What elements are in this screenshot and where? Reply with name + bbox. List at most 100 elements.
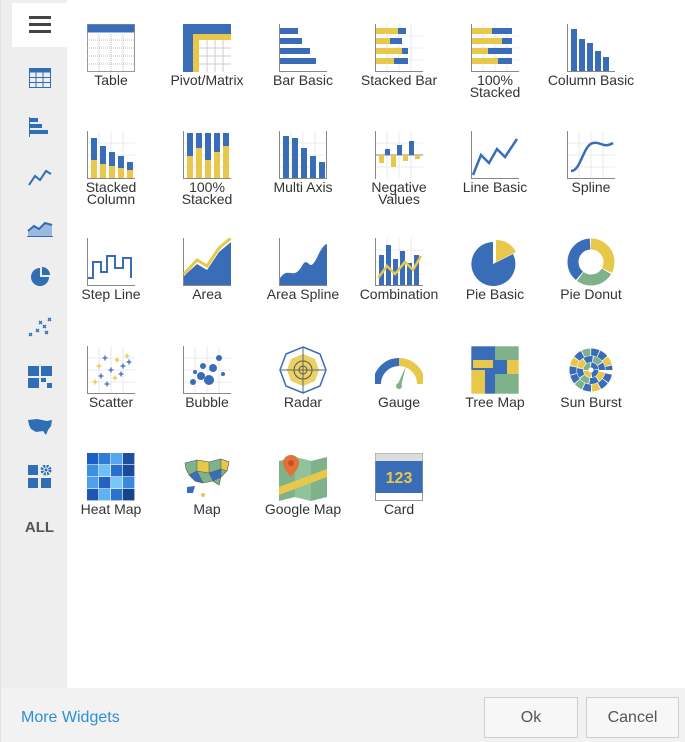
category-bar-button[interactable]	[12, 105, 67, 149]
category-all-button[interactable]: ALL	[12, 505, 67, 549]
category-table-button[interactable]	[12, 56, 67, 100]
category-line-button[interactable]	[12, 155, 67, 199]
widget-tree-map[interactable]: Tree Map	[447, 346, 543, 410]
stacked-bar-icon	[375, 24, 423, 72]
step-line-icon	[87, 238, 135, 286]
category-area-button[interactable]	[12, 205, 67, 249]
widget-label: Spline	[571, 179, 611, 195]
widget-negative-values[interactable]: Negative Values	[351, 131, 447, 207]
widget-pie-donut[interactable]: Pie Donut	[543, 238, 639, 302]
widget-stacked-bar[interactable]: Stacked Bar	[351, 24, 447, 88]
widget-bubble[interactable]: Bubble	[159, 346, 255, 410]
category-map-button[interactable]	[12, 405, 67, 449]
widget-map[interactable]: Map	[159, 453, 255, 517]
more-widgets-link[interactable]: More Widgets	[21, 709, 120, 727]
stacked-column-icon	[87, 131, 135, 179]
pie-chart-icon	[30, 267, 50, 286]
widget-area[interactable]: Area	[159, 238, 255, 302]
widget-label: Line Basic	[462, 179, 528, 195]
widget-multi-axis[interactable]: Multi Axis	[255, 131, 351, 195]
widget-label: Map	[193, 501, 221, 517]
category-treemap-button[interactable]	[12, 355, 67, 399]
widget-label: Combination	[359, 286, 439, 302]
area-chart-icon	[26, 221, 53, 237]
widget-pie-basic[interactable]: Pie Basic	[447, 238, 543, 302]
widget-label: Negative Values	[371, 179, 427, 207]
bubble-icon	[183, 346, 231, 394]
google-map-icon	[279, 455, 327, 501]
widget-step-line[interactable]: Step Line	[63, 238, 159, 301]
heat-map-icon	[87, 453, 135, 501]
widget-pivot-matrix[interactable]: Pivot/Matrix	[159, 24, 255, 87]
category-widgets-button[interactable]	[12, 455, 67, 499]
widget-label: 100% Stacked	[469, 72, 521, 100]
area-icon	[183, 238, 231, 286]
widget-card[interactable]: 123 Card	[351, 453, 447, 517]
category-pie-button[interactable]	[12, 255, 67, 299]
widget-area-spline[interactable]: Area Spline	[255, 238, 351, 302]
spline-icon	[567, 131, 615, 179]
widget-spline[interactable]: Spline	[543, 131, 639, 195]
widget-gauge[interactable]: Gauge	[351, 346, 447, 409]
widget-label: Table	[94, 72, 128, 88]
cancel-button[interactable]: Cancel	[586, 697, 679, 738]
table-icon	[28, 68, 51, 88]
widget-line-basic[interactable]: Line Basic	[447, 131, 543, 195]
widget-bar-basic[interactable]: Bar Basic	[255, 24, 351, 88]
100-stacked-icon	[471, 24, 519, 72]
widget-label: Pie Basic	[465, 286, 525, 302]
widget-label: Area Spline	[266, 286, 340, 302]
widget-100-stacked[interactable]: 100% Stacked	[447, 24, 543, 100]
widgets-gear-icon	[27, 465, 51, 488]
widget-column-basic[interactable]: Column Basic	[543, 24, 639, 88]
menu-button[interactable]	[12, 3, 67, 47]
ok-button[interactable]: Ok	[484, 697, 578, 738]
us-map-icon	[27, 419, 52, 435]
pie-basic-icon	[471, 239, 516, 286]
widget-label: Google Map	[264, 501, 342, 517]
hamburger-menu-icon	[28, 16, 51, 33]
widget-label: Heat Map	[80, 501, 142, 517]
widget-label: Bubble	[185, 394, 229, 410]
gauge-icon	[375, 358, 423, 389]
area-spline-icon	[279, 238, 327, 286]
line-basic-icon	[471, 131, 519, 179]
combination-icon	[375, 238, 423, 286]
widget-heat-map[interactable]: Heat Map	[63, 453, 159, 517]
widget-label: Column Basic	[547, 72, 635, 88]
scatter-icon	[28, 317, 51, 337]
card-value: 123	[386, 470, 413, 487]
widget-100-stacked[interactable]: 100% Stacked	[159, 131, 255, 207]
bar-chart-icon	[28, 117, 48, 137]
widget-label: Stacked Bar	[360, 72, 438, 88]
dialog-footer: More Widgets Ok Cancel	[1, 688, 685, 742]
widget-scatter[interactable]: Scatter	[63, 346, 159, 410]
widget-label: Scatter	[88, 394, 134, 410]
widget-sun-burst[interactable]: Sun Burst	[543, 346, 639, 409]
widget-label: Radar	[283, 394, 323, 410]
tree-map-icon	[471, 346, 519, 394]
map-icon	[184, 458, 230, 497]
widget-table[interactable]: Table	[63, 24, 159, 88]
pie-donut-icon	[567, 238, 615, 286]
widget-label: Card	[383, 501, 415, 517]
widget-combination[interactable]: Combination	[351, 238, 447, 302]
bar-basic-icon	[279, 24, 327, 72]
widget-stacked-column[interactable]: Stacked Column	[63, 131, 159, 206]
card-icon: 123	[375, 453, 423, 501]
widget-grid: Table Pivot/Matrix Bar Basic Stacked Bar 100…	[67, 0, 685, 688]
widget-label: Area	[192, 286, 222, 302]
all-label: ALL	[24, 518, 55, 536]
widget-radar[interactable]: Radar	[255, 346, 351, 410]
widget-label: Multi Axis	[273, 179, 333, 195]
sun-burst-icon	[569, 348, 613, 392]
line-chart-icon	[27, 169, 52, 186]
column-basic-icon	[567, 24, 615, 72]
category-scatter-button[interactable]	[12, 305, 67, 349]
widget-google-map[interactable]: Google Map	[255, 453, 351, 517]
widget-label: Pie Donut	[560, 286, 622, 302]
widget-label: Bar Basic	[273, 72, 333, 88]
widget-label: 100% Stacked	[181, 179, 233, 207]
treemap-icon	[27, 366, 52, 388]
widget-label: Tree Map	[465, 394, 525, 410]
